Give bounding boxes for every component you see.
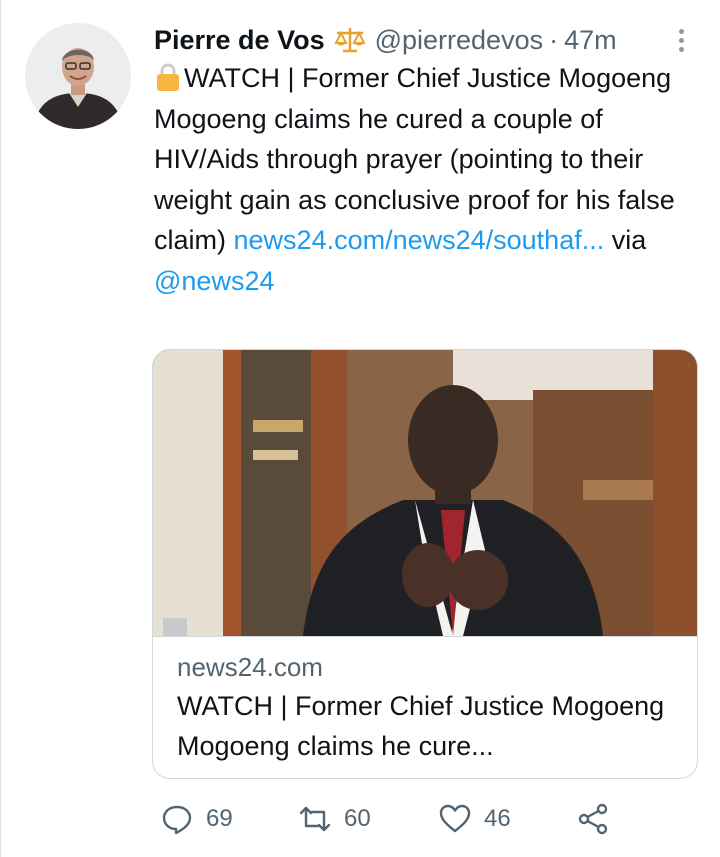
article-link[interactable]: news24.com/news24/southaf... <box>234 225 605 255</box>
reply-count: 69 <box>206 805 233 832</box>
timestamp[interactable]: 47m <box>564 25 617 56</box>
avatar-image <box>25 23 131 129</box>
tweet-text: WATCH | Former Chief Justice Mogoeng Mog… <box>154 58 694 301</box>
card-title: WATCH | Former Chief Justice Mogoeng Mog… <box>177 691 665 761</box>
like-button[interactable]: 46 <box>438 796 511 842</box>
reply-button[interactable]: 69 <box>160 796 233 842</box>
card-image <box>153 350 697 637</box>
scales-of-justice-icon <box>333 28 366 53</box>
separator-dot: · <box>549 24 559 55</box>
handle[interactable]: @pierredevos <box>375 25 544 56</box>
tweet[interactable]: Pierre de Vos @pierredevos · 47m WATCH |… <box>0 0 720 857</box>
reply-icon <box>162 805 192 835</box>
retweet-icon <box>299 806 331 832</box>
heart-icon <box>439 804 471 833</box>
lock-icon <box>157 63 179 91</box>
tweet-actions: 69 60 46 <box>152 796 712 842</box>
share-button[interactable] <box>576 796 610 842</box>
avatar[interactable] <box>25 23 131 129</box>
display-name[interactable]: Pierre de Vos <box>154 25 325 56</box>
mention-news24[interactable]: @news24 <box>154 266 274 296</box>
retweet-button[interactable]: 60 <box>298 796 371 842</box>
timeline-border <box>0 0 1 857</box>
share-icon <box>578 803 608 835</box>
link-preview-card[interactable]: news24.com WATCH | Former Chief Justice … <box>152 349 698 779</box>
retweet-count: 60 <box>344 805 371 832</box>
tweet-header: Pierre de Vos @pierredevos · 47m <box>154 20 617 60</box>
card-domain: news24.com <box>177 652 323 682</box>
like-count: 46 <box>484 805 511 832</box>
via-text: via <box>604 225 647 255</box>
more-options-icon[interactable] <box>672 22 690 58</box>
